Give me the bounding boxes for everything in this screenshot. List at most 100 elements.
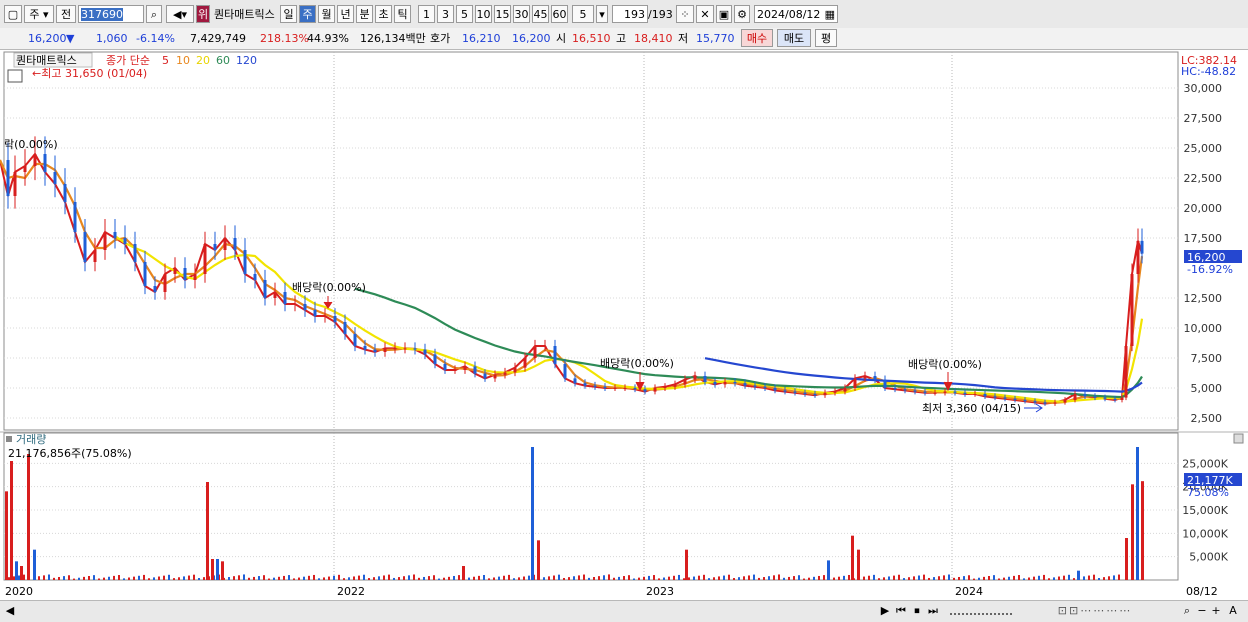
save-icon[interactable]: ▣ bbox=[716, 5, 732, 23]
volume-bar bbox=[221, 561, 224, 580]
tab-6[interactable]: 틱 bbox=[394, 5, 411, 23]
crosshair-icon[interactable]: ✕ bbox=[696, 5, 714, 23]
calendar-icon[interactable]: ▦ bbox=[825, 6, 835, 24]
chart-area[interactable]: 30,000 27,500 25,000 22,500 20,000 17,500 12,5… bbox=[0, 50, 1248, 600]
price-tick-3: 22,500 bbox=[1184, 172, 1223, 185]
volume-bar-small bbox=[653, 575, 655, 580]
interval-5[interactable]: 5 bbox=[456, 5, 473, 23]
volume-bar-small bbox=[748, 575, 750, 580]
volume-bar bbox=[10, 461, 13, 580]
volume-bar bbox=[462, 566, 465, 580]
tab-2[interactable]: 월 bbox=[318, 5, 335, 23]
volume-panel-handle[interactable] bbox=[6, 436, 12, 442]
volume-bar bbox=[5, 491, 8, 580]
volume-bar-small bbox=[448, 576, 450, 580]
low-annotation: 최저 3,360 (04/15) bbox=[922, 402, 1021, 415]
volume-bar-small bbox=[1023, 578, 1025, 580]
interval-10[interactable]: 10 bbox=[475, 5, 492, 23]
drawing-tools[interactable]: ⊡⊡⋯⋯⋯⋯ bbox=[1020, 603, 1170, 619]
prev-button[interactable]: 전 bbox=[56, 5, 76, 23]
zoom-icon[interactable]: ⌕ bbox=[1180, 603, 1194, 619]
scroll-left-icon[interactable]: ◀ bbox=[4, 603, 16, 619]
page-count-input[interactable]: 193 bbox=[612, 5, 648, 23]
volume-bar-small bbox=[808, 577, 810, 580]
buy-button[interactable]: 매수 bbox=[741, 29, 773, 47]
code-input[interactable]: 317690 bbox=[78, 5, 144, 23]
candle-body bbox=[243, 250, 247, 274]
volume-bar-small bbox=[313, 574, 315, 580]
candle-body bbox=[483, 373, 487, 379]
candle-body bbox=[513, 367, 517, 373]
candle-body bbox=[503, 372, 507, 375]
tab-4[interactable]: 분 bbox=[356, 5, 373, 23]
text-size-button[interactable]: A bbox=[1226, 603, 1240, 619]
volume-bar-small bbox=[878, 578, 880, 580]
turnover-rate: 44.93% bbox=[307, 32, 349, 45]
scroll-right-icon[interactable]: ▶ bbox=[878, 603, 892, 619]
volume-bar-small bbox=[8, 577, 10, 580]
date-input[interactable]: 2024/08/12 ▦ bbox=[754, 5, 838, 23]
candle-body bbox=[753, 385, 757, 387]
volume-bar-small bbox=[88, 576, 90, 580]
volume-bar-small bbox=[118, 575, 120, 580]
x-label-2022: 2022 bbox=[337, 585, 365, 598]
search-icon[interactable]: ⌕ bbox=[146, 5, 162, 23]
code-value: 317690 bbox=[81, 8, 123, 21]
tab-5[interactable]: 초 bbox=[375, 5, 392, 23]
zoom-slider[interactable] bbox=[950, 603, 1012, 615]
candle-body bbox=[323, 316, 327, 317]
volume-bar-small bbox=[468, 577, 470, 580]
candle-body bbox=[603, 386, 607, 388]
tab-1[interactable]: 주 bbox=[299, 5, 316, 23]
interval-45[interactable]: 45 bbox=[532, 5, 549, 23]
tab-3[interactable]: 년 bbox=[337, 5, 354, 23]
zoom-out-button[interactable]: − bbox=[1196, 603, 1208, 619]
volume-bar-small bbox=[23, 574, 25, 580]
volume-bar-small bbox=[83, 576, 85, 580]
sell-button[interactable]: 매도 bbox=[777, 29, 811, 47]
candle-body bbox=[863, 376, 867, 379]
volume-bar-small bbox=[898, 574, 900, 580]
tab-0[interactable]: 일 bbox=[280, 5, 297, 23]
volume-bar-small bbox=[948, 574, 950, 580]
volume-bar-small bbox=[408, 575, 410, 580]
volume-bar-small bbox=[503, 575, 505, 580]
volume-bar-small bbox=[988, 576, 990, 580]
volume-bar-small bbox=[168, 574, 170, 580]
candle-body bbox=[1003, 397, 1007, 399]
volume-bar-small bbox=[713, 577, 715, 580]
window-icon[interactable]: ▢ bbox=[4, 5, 22, 23]
volume-bar-small bbox=[493, 577, 495, 580]
speaker-icon[interactable]: ◀▾ bbox=[166, 5, 194, 23]
forward-icon[interactable]: ⏭ bbox=[926, 603, 940, 619]
volume-bar-small bbox=[563, 577, 565, 580]
interval-1[interactable]: 1 bbox=[418, 5, 435, 23]
x-label-end: 08/12 bbox=[1186, 585, 1218, 598]
volume-bar-small bbox=[1003, 577, 1005, 580]
interval-15[interactable]: 15 bbox=[494, 5, 511, 23]
volume-bar-small bbox=[773, 575, 775, 580]
volume-bar-small bbox=[228, 577, 230, 580]
volume-bar-small bbox=[48, 574, 50, 580]
gear-icon[interactable]: ⚙ bbox=[734, 5, 750, 23]
calendar-small-icon[interactable] bbox=[7, 69, 23, 83]
interval-30[interactable]: 30 bbox=[513, 5, 530, 23]
interval-60[interactable]: 60 bbox=[551, 5, 568, 23]
stop-icon[interactable]: ⏹ bbox=[910, 603, 924, 619]
ma-legend-5: 5 bbox=[162, 54, 169, 67]
volume-bar-small bbox=[333, 575, 335, 580]
rewind-icon[interactable]: ⏮ bbox=[894, 603, 908, 619]
candle-body bbox=[653, 388, 657, 392]
volume-bar bbox=[851, 535, 854, 580]
eval-button[interactable]: 평 bbox=[815, 29, 837, 47]
dots-icon[interactable]: ⁘ bbox=[676, 5, 694, 23]
volume-bar-small bbox=[813, 576, 815, 580]
volume-bar-small bbox=[663, 577, 665, 580]
close-icon[interactable] bbox=[1233, 433, 1244, 444]
volume-bar-small bbox=[893, 575, 895, 580]
interval-dropdown[interactable]: ▾ bbox=[596, 5, 608, 23]
period-select[interactable]: 주 ▾ bbox=[24, 5, 54, 23]
interval-3[interactable]: 3 bbox=[437, 5, 454, 23]
zoom-in-button[interactable]: + bbox=[1210, 603, 1222, 619]
interval-value[interactable]: 5 bbox=[572, 5, 594, 23]
